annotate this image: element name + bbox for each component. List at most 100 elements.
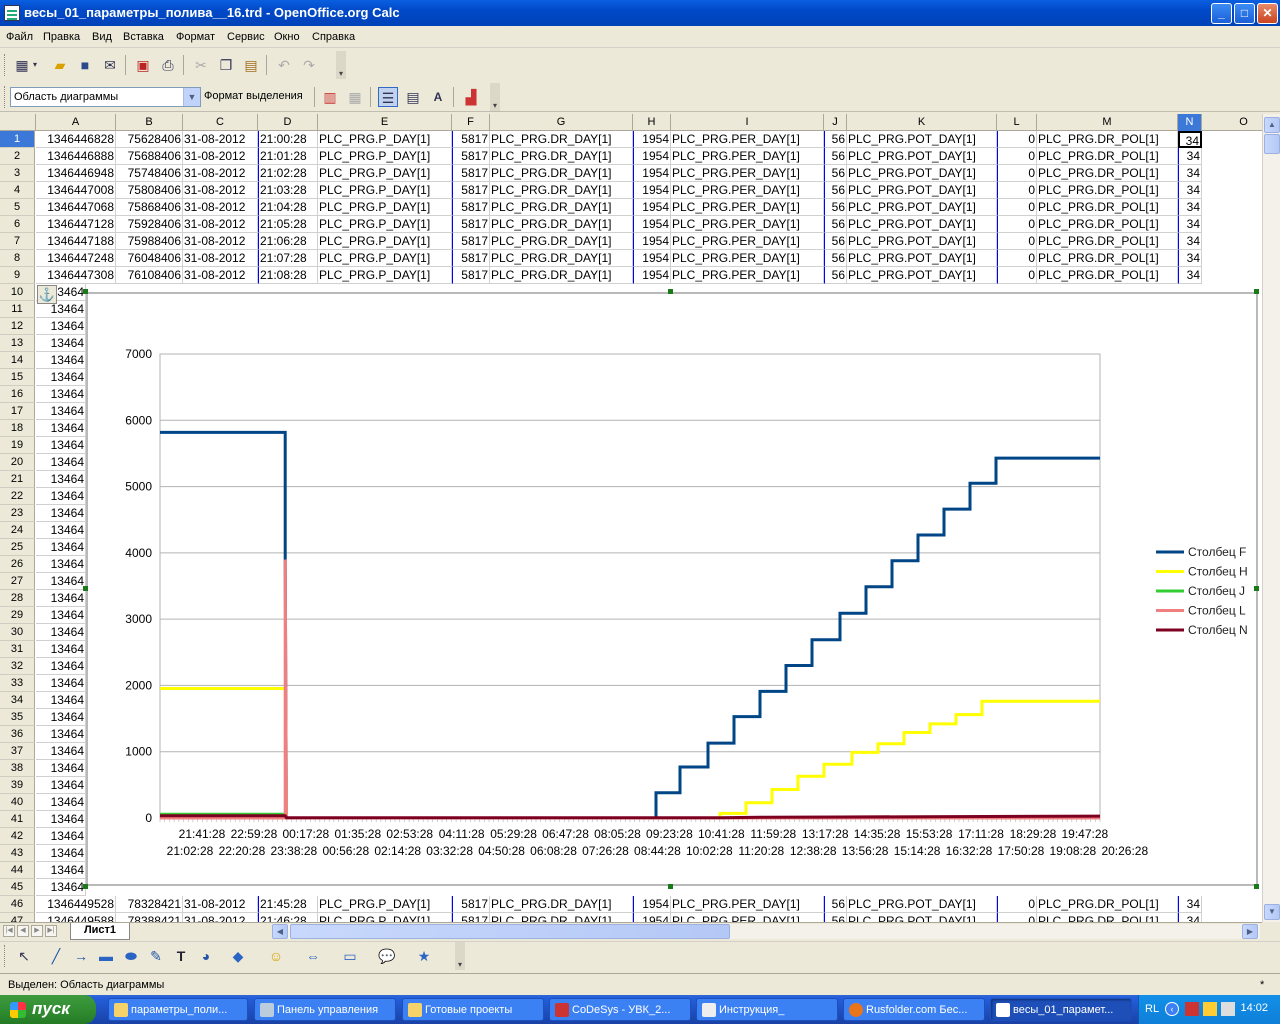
table-cell[interactable]: PLC_PRG.PER_DAY[1] <box>671 148 824 165</box>
table-cell[interactable]: 56 <box>824 131 847 148</box>
table-cell[interactable]: 21:07:28 <box>258 250 318 267</box>
text-tool-icon[interactable]: T <box>171 946 191 966</box>
table-cell[interactable]: PLC_PRG.DR_POL[1] <box>1037 182 1178 199</box>
row-header[interactable]: 22 <box>0 488 35 505</box>
select-arrow-icon[interactable]: ↖ <box>14 946 34 966</box>
table-cell[interactable]: 1954 <box>633 199 671 216</box>
table-cell[interactable]: PLC_PRG.POT_DAY[1] <box>847 199 997 216</box>
table-cell[interactable]: 34 <box>1178 233 1202 250</box>
table-cell[interactable]: PLC_PRG.P_DAY[1] <box>318 267 452 284</box>
table-cell[interactable]: 78328421 <box>116 896 183 913</box>
selection-handle[interactable] <box>668 884 673 889</box>
table-cell[interactable]: 1954 <box>633 165 671 182</box>
table-cell[interactable]: 21:04:28 <box>258 199 318 216</box>
toolbar-overflow-icon[interactable]: ▾ <box>336 51 346 79</box>
row-header[interactable]: 45 <box>0 879 35 896</box>
row-header[interactable]: 44 <box>0 862 35 879</box>
table-cell[interactable]: 13464 <box>36 879 86 896</box>
table-cell[interactable]: 13464 <box>36 369 86 386</box>
table-cell[interactable]: PLC_PRG.P_DAY[1] <box>318 250 452 267</box>
table-cell[interactable]: PLC_PRG.DR_DAY[1] <box>490 267 633 284</box>
row-header[interactable]: 34 <box>0 692 35 709</box>
row-header[interactable]: 2 <box>0 148 35 165</box>
table-cell[interactable]: PLC_PRG.DR_DAY[1] <box>490 199 633 216</box>
table-cell[interactable]: 56 <box>824 267 847 284</box>
print-icon[interactable]: ⎙ <box>158 55 178 75</box>
table-cell[interactable]: 1346446948 <box>36 165 116 182</box>
chart-type-icon[interactable]: ▥ <box>320 87 340 107</box>
table-cell[interactable]: 1346447248 <box>36 250 116 267</box>
table-cell[interactable]: 75808406 <box>116 182 183 199</box>
table-cell[interactable]: 5817 <box>452 896 490 913</box>
row-header[interactable]: 28 <box>0 590 35 607</box>
undo-icon[interactable]: ↶ <box>274 55 294 75</box>
table-cell[interactable]: 34 <box>1178 148 1202 165</box>
table-cell[interactable]: PLC_PRG.PER_DAY[1] <box>671 233 824 250</box>
row-header[interactable]: 47 <box>0 913 35 922</box>
table-cell[interactable]: 21:05:28 <box>258 216 318 233</box>
table-cell[interactable]: PLC_PRG.DR_DAY[1] <box>490 250 633 267</box>
last-sheet-icon[interactable]: ▶| <box>45 925 57 937</box>
row-header[interactable]: 6 <box>0 216 35 233</box>
table-cell[interactable]: 1954 <box>633 250 671 267</box>
cut-icon[interactable]: ✂ <box>191 55 211 75</box>
column-header[interactable]: A <box>36 114 116 131</box>
table-cell[interactable]: 13464 <box>36 505 86 522</box>
table-cell[interactable]: 1346449588 <box>36 913 116 922</box>
column-header[interactable]: F <box>452 114 490 131</box>
taskbar-task-active[interactable]: весы_01_парамет... <box>990 998 1132 1021</box>
row-header[interactable]: 27 <box>0 573 35 590</box>
clock[interactable]: 14:02 <box>1240 1002 1268 1014</box>
taskbar-task[interactable]: параметры_поли... <box>108 998 248 1021</box>
row-header[interactable]: 3 <box>0 165 35 182</box>
table-cell[interactable]: 31-08-2012 <box>183 199 258 216</box>
table-cell[interactable]: PLC_PRG.PER_DAY[1] <box>671 199 824 216</box>
taskbar-task[interactable]: Панель управления <box>254 998 396 1021</box>
table-cell[interactable]: 1954 <box>633 131 671 148</box>
table-cell[interactable]: 13464 <box>36 335 86 352</box>
table-cell[interactable]: PLC_PRG.P_DAY[1] <box>318 131 452 148</box>
row-header[interactable]: 20 <box>0 454 35 471</box>
table-cell[interactable]: 56 <box>824 250 847 267</box>
copy-icon[interactable]: ❐ <box>216 55 236 75</box>
toolbar-grip[interactable] <box>4 86 7 108</box>
row-header[interactable]: 32 <box>0 658 35 675</box>
data-table-icon[interactable]: ▦ <box>345 87 365 107</box>
table-cell[interactable]: PLC_PRG.P_DAY[1] <box>318 913 452 922</box>
column-header[interactable]: G <box>490 114 633 131</box>
selection-handle[interactable] <box>83 289 88 294</box>
table-cell[interactable]: 56 <box>824 165 847 182</box>
table-cell[interactable]: PLC_PRG.POT_DAY[1] <box>847 182 997 199</box>
table-cell[interactable]: 75868406 <box>116 199 183 216</box>
table-cell[interactable]: 13464 <box>36 386 86 403</box>
arrow-line-icon[interactable]: → <box>71 946 91 966</box>
start-button[interactable]: пуск <box>0 995 96 1024</box>
table-cell[interactable]: 31-08-2012 <box>183 216 258 233</box>
maximize-button[interactable]: □ <box>1234 3 1255 24</box>
table-cell[interactable]: 5817 <box>452 250 490 267</box>
title-bar[interactable]: весы_01_параметры_полива__16.trd - OpenO… <box>0 0 1280 26</box>
next-sheet-icon[interactable]: ▶ <box>31 925 43 937</box>
table-cell[interactable]: 1954 <box>633 913 671 922</box>
table-cell[interactable]: 21:03:28 <box>258 182 318 199</box>
table-cell[interactable]: PLC_PRG.DR_POL[1] <box>1037 267 1178 284</box>
menu-help[interactable]: Справка <box>312 31 355 43</box>
table-cell[interactable]: 0 <box>997 913 1037 922</box>
column-header[interactable]: M <box>1037 114 1178 131</box>
row-header[interactable]: 7 <box>0 233 35 250</box>
table-cell[interactable]: 1954 <box>633 148 671 165</box>
table-cell[interactable]: 13464 <box>36 794 86 811</box>
table-cell[interactable]: 1346446888 <box>36 148 116 165</box>
selection-handle[interactable] <box>1254 289 1259 294</box>
table-cell[interactable]: 1346449528 <box>36 896 116 913</box>
table-cell[interactable]: PLC_PRG.DR_POL[1] <box>1037 131 1178 148</box>
table-cell[interactable]: 21:00:28 <box>258 131 318 148</box>
table-cell[interactable]: 13464 <box>36 777 86 794</box>
table-cell[interactable]: 21:45:28 <box>258 896 318 913</box>
block-arrows-icon[interactable]: ⇔ <box>303 946 323 966</box>
table-cell[interactable]: 78388421 <box>116 913 183 922</box>
table-cell[interactable]: 31-08-2012 <box>183 913 258 922</box>
table-cell[interactable]: 34 <box>1178 250 1202 267</box>
table-cell[interactable]: PLC_PRG.DR_POL[1] <box>1037 148 1178 165</box>
menu-view[interactable]: Вид <box>92 31 112 43</box>
